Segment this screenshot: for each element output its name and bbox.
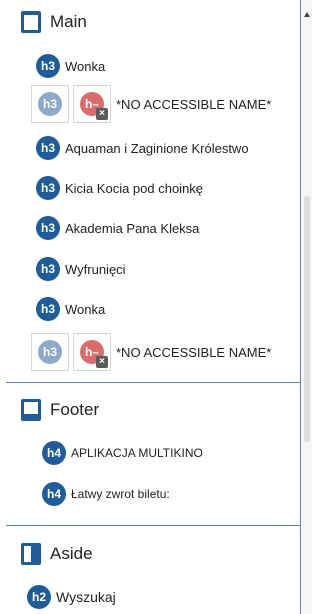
heading-level-badge: h3 [36, 176, 60, 200]
footer-landmark-header[interactable]: Footer [18, 397, 99, 423]
heading-item[interactable]: h3 Wyfrunięci [36, 256, 126, 282]
heading-item[interactable]: h3 Wonka [36, 296, 105, 322]
heading-text: *NO ACCESSIBLE NAME* [116, 344, 272, 360]
heading-text: APLIKACJA MULTIKINO [71, 446, 203, 460]
main-landmark-label: Main [50, 12, 87, 31]
heading-level-badge: h3 [36, 136, 60, 160]
aside-landmark-icon [21, 543, 41, 565]
empty-heading-box: h– × [73, 85, 111, 123]
footer-landmark-label: Footer [50, 400, 100, 419]
heading-item[interactable]: h3 Akademia Pana Kleksa [36, 215, 199, 241]
aside-landmark-header[interactable]: Aside [18, 541, 93, 567]
heading-text: Akademia Pana Kleksa [65, 220, 200, 236]
heading-level-badge: h3 [36, 297, 60, 321]
heading-level-badge: h4 [42, 482, 66, 506]
heading-level-badge: h3 [36, 54, 60, 78]
heading-text: Wonka [65, 301, 106, 317]
heading-item[interactable]: h3 Kicia Kocia pod choinkę [36, 175, 203, 201]
heading-item[interactable]: h4 Łatwy zwrot biletu: [42, 481, 170, 507]
heading-text: Wyszukaj [56, 589, 116, 605]
error-icon: × [96, 356, 108, 368]
heading-text: Wyfrunięci [65, 261, 126, 277]
error-icon: × [96, 108, 108, 120]
main-landmark-header[interactable]: Main [18, 9, 87, 35]
scroll-up-arrow-icon[interactable] [304, 12, 310, 17]
aside-landmark-label: Aside [50, 544, 93, 563]
heading-text: Kicia Kocia pod choinkę [65, 180, 204, 196]
heading-level-badge: h4 [42, 441, 66, 465]
heading-item[interactable]: h4 APLIKACJA MULTIKINO [42, 440, 203, 466]
heading-item[interactable]: h2 Wyszukaj [27, 584, 116, 610]
main-landmark-icon [21, 11, 41, 33]
heading-text: Aquaman i Zaginione Królestwo [65, 140, 249, 156]
heading-level-badge: h3 [38, 340, 62, 364]
heading-text: Łatwy zwrot biletu: [71, 487, 170, 501]
empty-heading-box: h– × [73, 333, 111, 371]
empty-heading-badge: h– × [80, 340, 108, 368]
heading-box: h3 [31, 333, 69, 371]
section-divider [6, 382, 300, 383]
scrollbar-thumb[interactable] [304, 196, 310, 442]
heading-text: *NO ACCESSIBLE NAME* [116, 96, 272, 112]
heading-text: Wonka [65, 58, 106, 74]
heading-item-error[interactable]: h3 h– × *NO ACCESSIBLE NAME* [31, 333, 271, 371]
heading-item-error[interactable]: h3 h– × *NO ACCESSIBLE NAME* [31, 85, 271, 123]
footer-landmark-icon [21, 399, 41, 421]
heading-level-badge: h3 [38, 92, 62, 116]
heading-level-badge: h3 [36, 216, 60, 240]
heading-level-badge: h3 [36, 257, 60, 281]
heading-box: h3 [31, 85, 69, 123]
heading-level-badge: h2 [27, 585, 51, 609]
heading-item[interactable]: h3 Aquaman i Zaginione Królestwo [36, 135, 249, 161]
heading-item[interactable]: h3 Wonka [36, 53, 105, 79]
section-divider [6, 525, 300, 526]
empty-heading-badge: h– × [80, 92, 108, 120]
landmarks-panel: Main h3 Wonka h3 h– × *NO ACCESSIBLE NAM… [0, 0, 301, 614]
